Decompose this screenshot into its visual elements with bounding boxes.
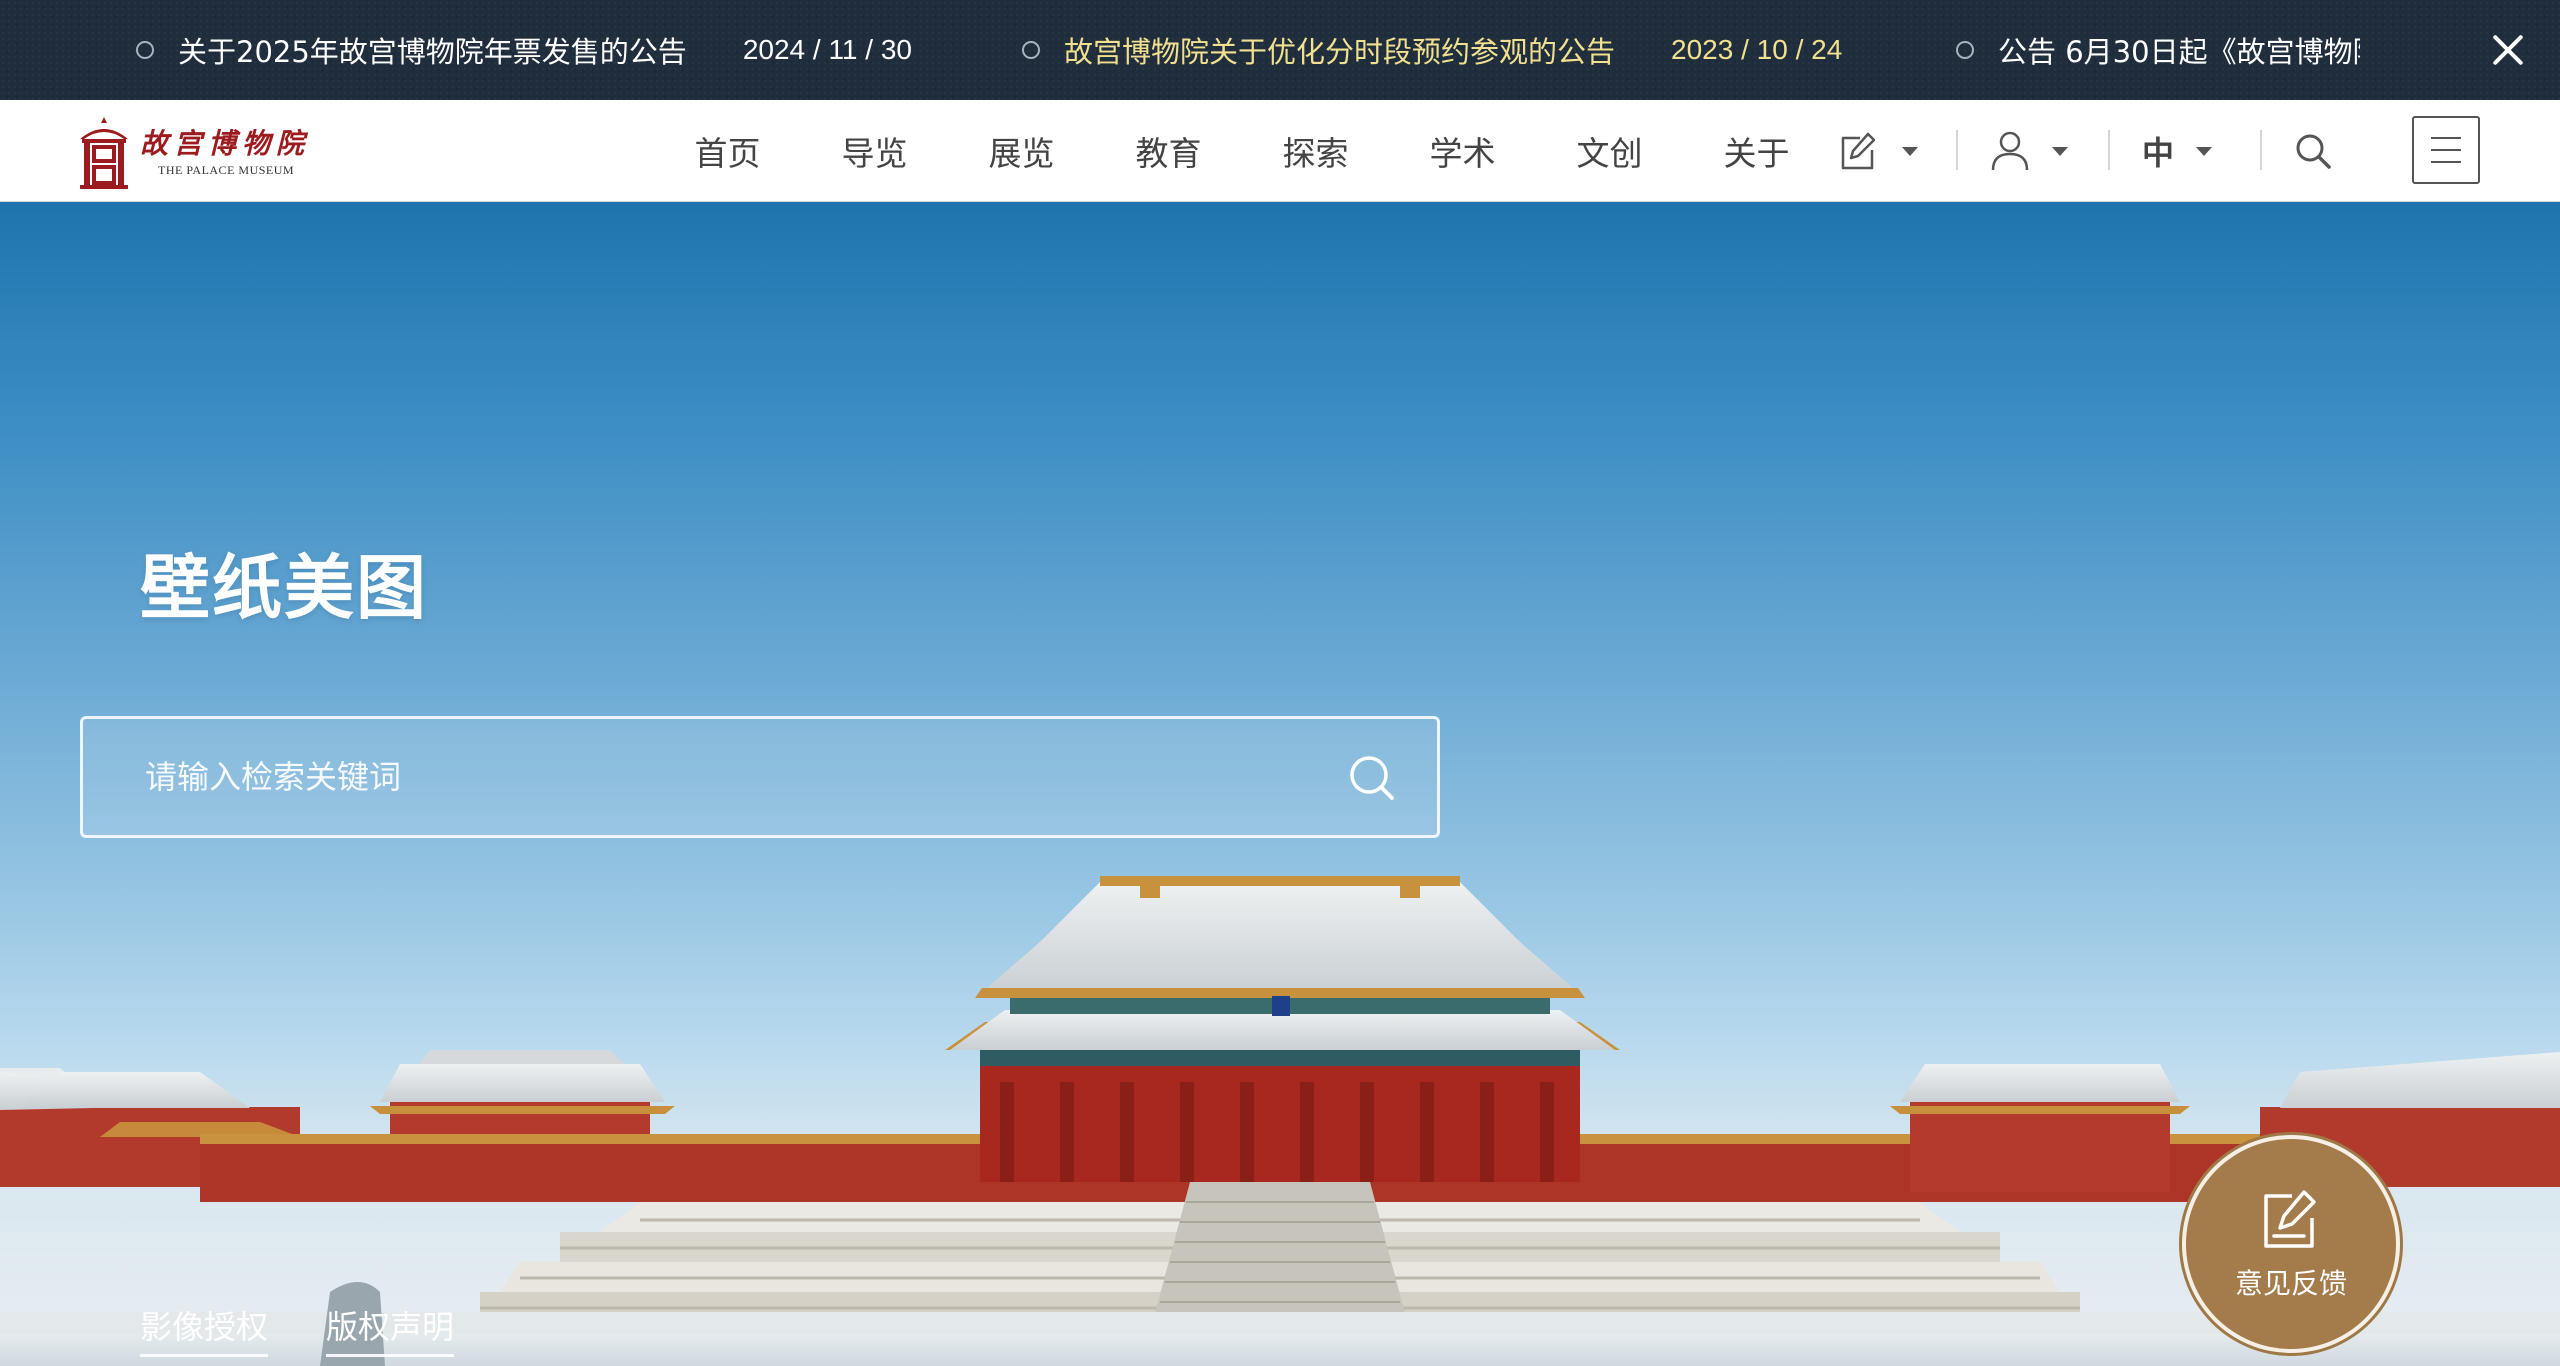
nav-item-home[interactable]: 首页: [654, 127, 801, 175]
language-label: 中: [2142, 134, 2175, 172]
chevron-down-icon: [2052, 146, 2068, 156]
search-icon: [2296, 134, 2331, 169]
search-box: [80, 716, 1440, 838]
nav-item-academic[interactable]: 学术: [1389, 127, 1536, 175]
search-input[interactable]: [83, 719, 1333, 835]
nav-divider: [2260, 130, 2262, 170]
chevron-down-icon: [2196, 146, 2213, 156]
nav-item-exhibitions[interactable]: 展览: [948, 127, 1095, 175]
logo-name-en: THE PALACE MUSEUM: [158, 162, 295, 177]
bullet-icon: [1022, 41, 1040, 59]
edit-dropdown[interactable]: [1838, 100, 1918, 202]
user-dropdown[interactable]: [1990, 100, 2068, 202]
nav-menu: 首页 导览 展览 教育 探索 学术 文创 关于: [654, 100, 1830, 202]
language-dropdown[interactable]: 中: [2142, 100, 2213, 202]
announcement-title[interactable]: 关于2025年故宫博物院年票发售的公告: [178, 29, 687, 71]
edit-note-icon: [2264, 1190, 2316, 1248]
close-icon[interactable]: [2484, 26, 2532, 74]
nav-divider: [2108, 130, 2110, 170]
chevron-down-icon: [1902, 146, 1918, 156]
announcement-item[interactable]: 公告 6月30日起《故宫博物院: [1956, 0, 2360, 100]
search-icon[interactable]: [1345, 751, 1397, 803]
announcement-title[interactable]: 故宫博物院关于优化分时段预约参观的公告: [1064, 29, 1615, 71]
logo-name-cn: 故宫博物院: [140, 126, 311, 160]
feedback-button[interactable]: 意见反馈: [2186, 1139, 2396, 1349]
nav-item-explore[interactable]: 探索: [1242, 127, 1389, 175]
menu-icon: [2431, 137, 2461, 139]
announcement-item[interactable]: 关于2025年故宫博物院年票发售的公告 2024 / 11 / 30: [136, 0, 912, 100]
user-icon: [1991, 131, 2029, 171]
announcement-date: 2024 / 11 / 30: [742, 34, 912, 65]
nav-item-guide[interactable]: 导览: [801, 127, 948, 175]
feedback-label: 意见反馈: [2234, 1267, 2347, 1300]
nav-item-about[interactable]: 关于: [1683, 127, 1830, 175]
page-title: 壁纸美图: [140, 547, 428, 629]
copyright-link[interactable]: 版权声明: [326, 1302, 455, 1357]
bullet-icon: [136, 41, 154, 59]
search-toggle[interactable]: [2294, 100, 2332, 202]
nav-item-creative[interactable]: 文创: [1536, 127, 1683, 175]
hero-footer-links: 影像授权 版权声明: [140, 1302, 512, 1357]
announcement-bar: 关于2025年故宫博物院年票发售的公告 2024 / 11 / 30 故宫博物院…: [0, 0, 2560, 100]
menu-button[interactable]: [2412, 116, 2480, 184]
bullet-icon: [1956, 41, 1974, 59]
palace-logo-icon: [80, 117, 128, 189]
announcement-date: 2023 / 10 / 24: [1671, 34, 1843, 65]
announcement-title[interactable]: 公告 6月30日起《故宫博物院: [1998, 29, 2360, 71]
hero-banner: 壁纸美图 影像授权 版权声明 意见反馈: [0, 202, 2560, 1366]
logo[interactable]: 故宫博物院 THE PALACE MUSEUM: [76, 113, 316, 191]
image-license-link[interactable]: 影像授权: [140, 1302, 269, 1357]
edit-icon: [1841, 132, 1876, 170]
nav-divider: [1956, 130, 1958, 170]
main-navbar: 故宫博物院 THE PALACE MUSEUM 首页 导览 展览 教育 探索 学…: [0, 100, 2560, 202]
nav-item-education[interactable]: 教育: [1095, 127, 1242, 175]
announcement-item[interactable]: 故宫博物院关于优化分时段预约参观的公告 2023 / 10 / 24: [1022, 0, 1842, 100]
